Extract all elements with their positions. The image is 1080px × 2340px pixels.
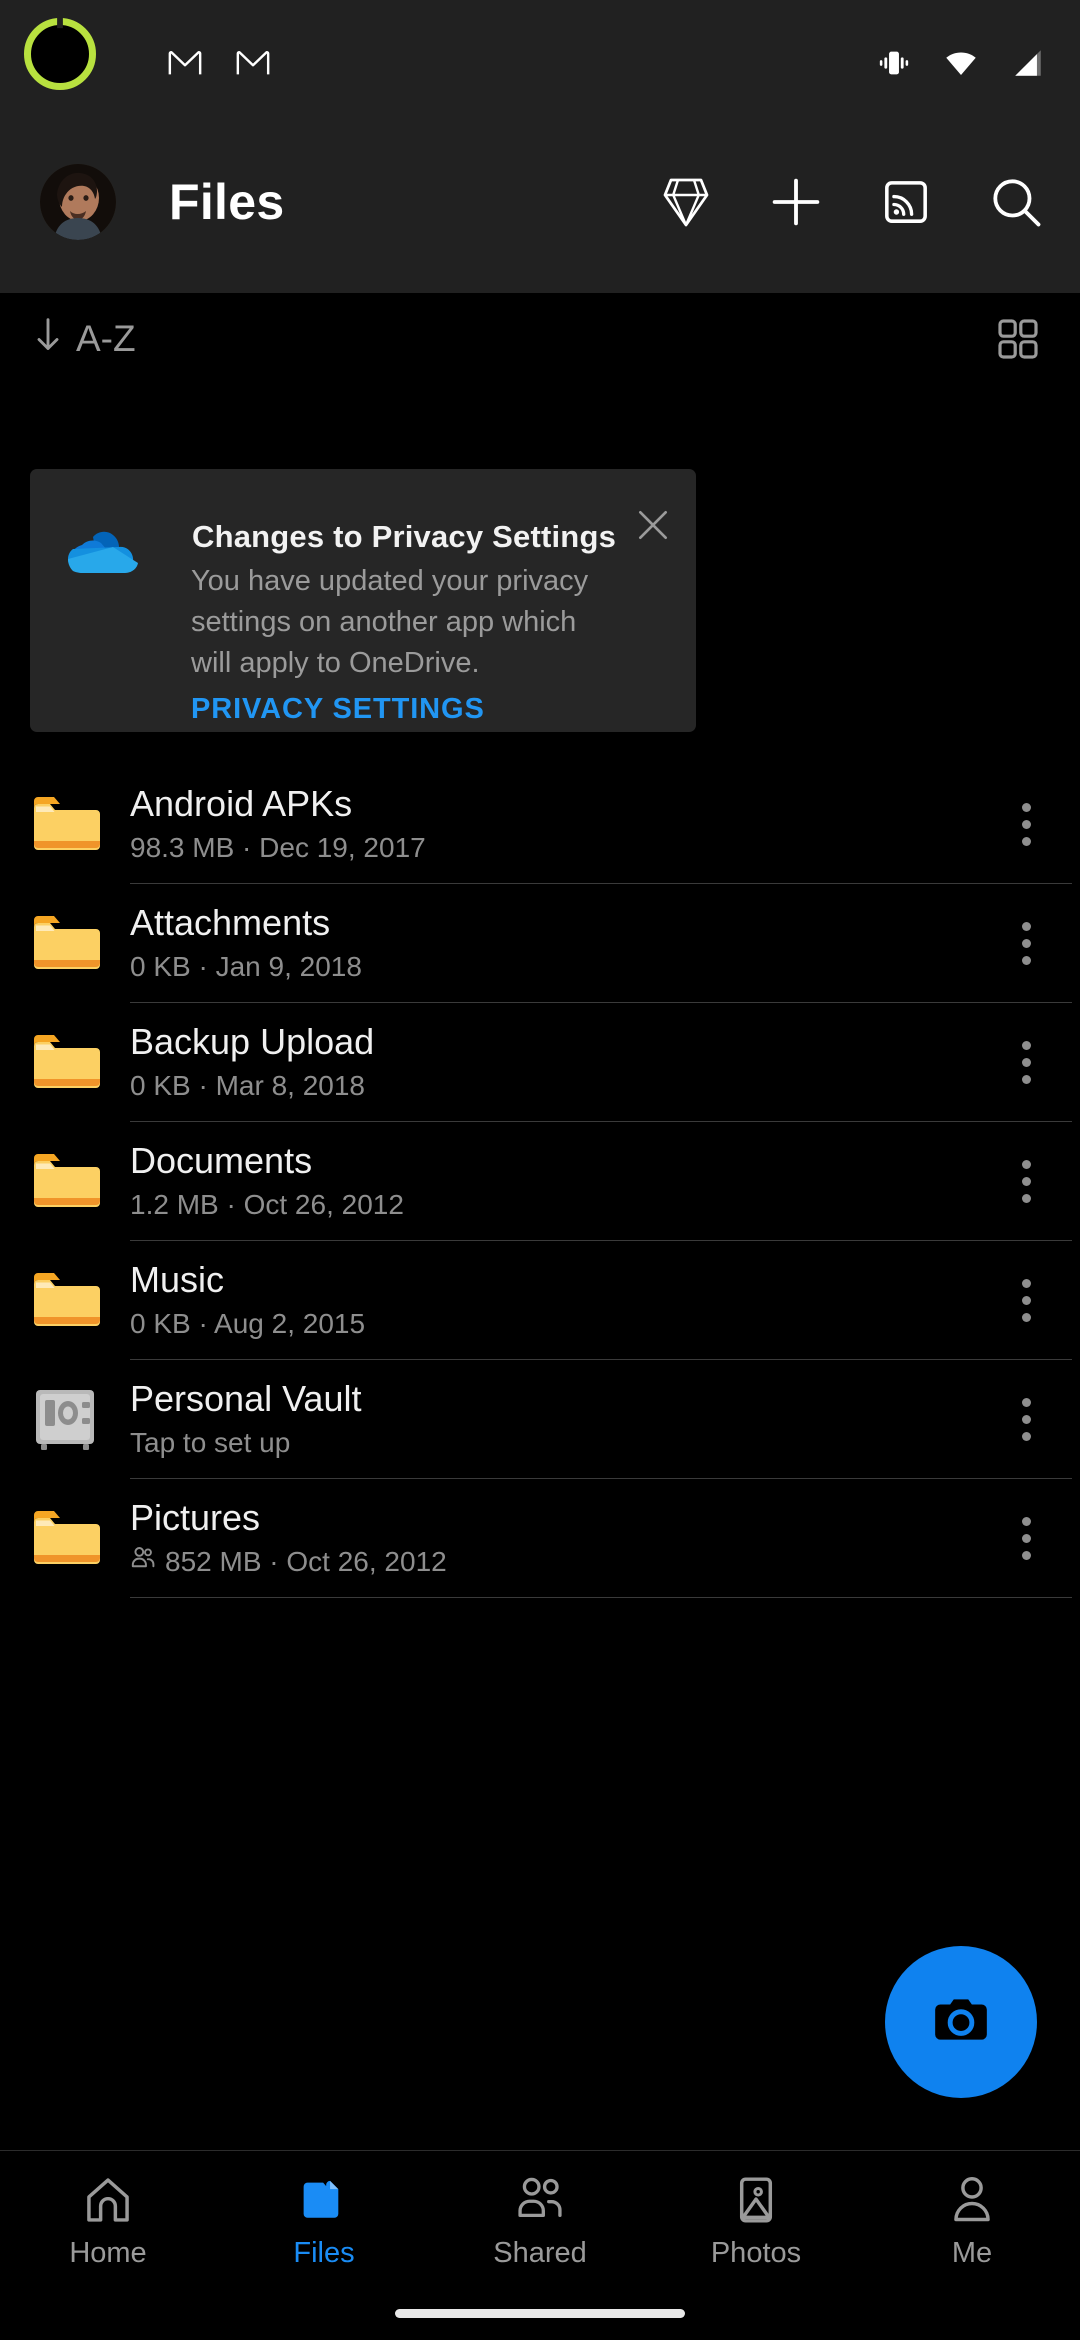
avatar[interactable] (40, 163, 116, 240)
file-name: Attachments (130, 901, 331, 943)
file-list: Android APKs 98.3 MB · Dec 19, 2017 Attac… (0, 765, 1080, 1598)
file-meta-text: 852 MB · Oct 26, 2012 (165, 1545, 447, 1577)
file-name: Android APKs (130, 782, 353, 824)
table-row[interactable]: Attachments 0 KB · Jan 9, 2018 (0, 884, 1080, 1002)
premium-diamond-icon[interactable] (658, 174, 714, 230)
photo-icon (729, 2173, 783, 2227)
app-bar-actions (658, 174, 1044, 230)
nav-item-shared[interactable]: Shared (432, 2173, 648, 2270)
onedrive-files-screen: Files A-Z Changes to Privacy Settings Yo… (0, 0, 1080, 2340)
people-icon (513, 2173, 567, 2227)
file-meta-text: 0 KB · Aug 2, 2015 (130, 1307, 366, 1339)
row-text: Android APKs 98.3 MB · Dec 19, 2017 (130, 782, 994, 867)
nav-label: Shared (493, 2237, 587, 2269)
row-overflow-menu-icon[interactable] (994, 1040, 1058, 1084)
row-overflow-menu-icon[interactable] (994, 1516, 1058, 1560)
row-overflow-menu-icon[interactable] (994, 1397, 1058, 1441)
camera-fab[interactable] (885, 1946, 1037, 2098)
home-icon (81, 2173, 135, 2227)
file-meta: 852 MB · Oct 26, 2012 (130, 1543, 994, 1581)
row-overflow-menu-icon[interactable] (994, 1159, 1058, 1203)
file-meta-text: 98.3 MB · Dec 19, 2017 (130, 831, 426, 863)
folder-icon (29, 905, 105, 981)
row-overflow-menu-icon[interactable] (994, 802, 1058, 846)
card-title: Changes to Privacy Settings (192, 519, 617, 554)
file-meta: 0 KB · Aug 2, 2015 (130, 1305, 994, 1343)
home-indicator (395, 2309, 685, 2318)
sort-bar: A-Z (0, 293, 1080, 385)
nav-item-home[interactable]: Home (0, 2173, 216, 2270)
row-divider (130, 1597, 1072, 1598)
shared-people-icon (130, 1543, 156, 1581)
file-name: Pictures (130, 1496, 261, 1538)
card-body: You have updated your privacy settings o… (191, 565, 589, 679)
file-name: Music (130, 1258, 225, 1300)
nav-label: Files (293, 2237, 355, 2269)
status-system-icons (876, 46, 1046, 85)
page-title: Files (169, 173, 285, 230)
folder-icon (29, 1024, 105, 1100)
app-bar: Files (0, 110, 1080, 293)
nav-label: Me (951, 2237, 993, 2269)
status-notification-icons (168, 50, 270, 81)
nav-label: Home (69, 2237, 147, 2269)
row-text: Pictures 852 MB · Oct 26, 2012 (130, 1496, 994, 1581)
table-row[interactable]: Pictures 852 MB · Oct 26, 2012 (0, 1479, 1080, 1597)
row-text: Backup Upload 0 KB · Mar 8, 2018 (130, 1020, 994, 1105)
close-icon[interactable] (634, 506, 672, 544)
file-meta-text: 0 KB · Jan 9, 2018 (130, 950, 362, 982)
onedrive-cloud-icon (67, 529, 139, 587)
file-name: Documents (130, 1139, 313, 1181)
nav-item-me[interactable]: Me (864, 2173, 1080, 2270)
file-meta: 0 KB · Jan 9, 2018 (130, 948, 994, 986)
sort-label: A-Z (76, 318, 136, 359)
file-name: Personal Vault (130, 1377, 362, 1419)
cast-icon[interactable] (878, 174, 934, 230)
table-row[interactable]: Personal Vault Tap to set up (0, 1360, 1080, 1478)
folder-icon (29, 786, 105, 862)
file-meta-text: 0 KB · Mar 8, 2018 (130, 1069, 366, 1101)
vault-icon (29, 1381, 105, 1457)
wifi-icon (942, 46, 980, 85)
row-text: Personal Vault Tap to set up (130, 1377, 994, 1462)
gmail-icon (168, 50, 202, 81)
nav-label: Photos (710, 2237, 802, 2269)
privacy-settings-link[interactable]: PRIVACY SETTINGS (191, 693, 485, 726)
status-bar (0, 0, 1080, 110)
battery-ring-camera-cutout (24, 18, 96, 90)
file-name: Backup Upload (130, 1020, 375, 1062)
folder-icon (29, 1262, 105, 1338)
row-text: Attachments 0 KB · Jan 9, 2018 (130, 901, 994, 986)
grid-view-icon[interactable] (994, 315, 1042, 363)
file-meta-text: Tap to set up (130, 1426, 291, 1458)
nav-item-files[interactable]: Files (216, 2173, 432, 2270)
table-row[interactable]: Documents 1.2 MB · Oct 26, 2012 (0, 1122, 1080, 1240)
vibrate-icon (876, 46, 912, 85)
privacy-settings-card: Changes to Privacy Settings You have upd… (30, 469, 696, 732)
folder-icon (297, 2173, 351, 2227)
table-row[interactable]: Music 0 KB · Aug 2, 2015 (0, 1241, 1080, 1359)
row-text: Documents 1.2 MB · Oct 26, 2012 (130, 1139, 994, 1224)
row-overflow-menu-icon[interactable] (994, 1278, 1058, 1322)
file-meta: 0 KB · Mar 8, 2018 (130, 1067, 994, 1105)
file-meta-text: 1.2 MB · Oct 26, 2012 (130, 1188, 404, 1220)
file-meta: 1.2 MB · Oct 26, 2012 (130, 1186, 994, 1224)
table-row[interactable]: Android APKs 98.3 MB · Dec 19, 2017 (0, 765, 1080, 883)
sort-button[interactable]: A-Z (34, 317, 136, 362)
row-text: Music 0 KB · Aug 2, 2015 (130, 1258, 994, 1343)
folder-icon (29, 1143, 105, 1219)
arrow-down-icon (34, 317, 62, 362)
table-row[interactable]: Backup Upload 0 KB · Mar 8, 2018 (0, 1003, 1080, 1121)
add-icon[interactable] (768, 174, 824, 230)
nav-item-photos[interactable]: Photos (648, 2173, 864, 2270)
search-icon[interactable] (988, 174, 1044, 230)
file-meta: 98.3 MB · Dec 19, 2017 (130, 829, 994, 867)
file-meta: Tap to set up (130, 1424, 994, 1462)
folder-icon (29, 1500, 105, 1576)
camera-icon (930, 1989, 992, 2056)
row-overflow-menu-icon[interactable] (994, 921, 1058, 965)
person-icon (945, 2173, 999, 2227)
cellular-signal-icon (1010, 46, 1046, 85)
gmail-icon (236, 50, 270, 81)
